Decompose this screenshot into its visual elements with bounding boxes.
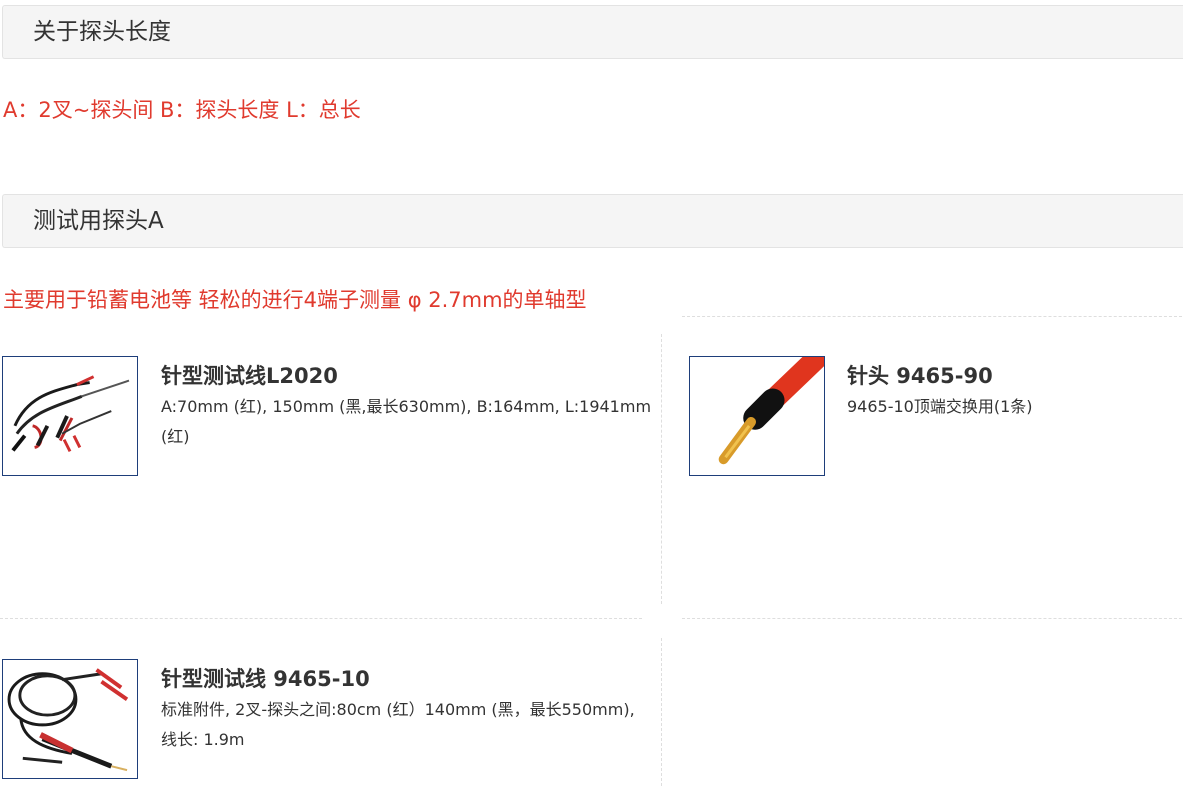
product-title[interactable]: 针头 9465-90 (847, 360, 993, 390)
coiled-lead-image[interactable] (2, 659, 138, 779)
product-title[interactable]: 针型测试线L2020 (161, 360, 338, 390)
grid-divider (661, 638, 662, 786)
grid-divider (682, 618, 1182, 619)
product-description: 9465-10顶端交换用(1条) (847, 397, 1033, 416)
product-description: A:70mm (红), 150mm (黑,最长630mm), B:164mm, … (161, 397, 652, 416)
pin-tip-image[interactable] (689, 356, 825, 476)
section-header-probe-length: 关于探头长度 (2, 5, 1183, 59)
product-description: 线长: 1.9m (161, 730, 245, 749)
grid-divider (0, 618, 642, 619)
spec-legend-text: A：2叉~探头间 B：探头长度 L：总长 (3, 98, 361, 122)
product-description: 标准附件, 2叉-探头之间:80cm (红）140mm (黑，最长550mm), (161, 700, 635, 719)
product-description: (红) (161, 427, 190, 446)
grid-divider (682, 316, 1182, 317)
section-description: 主要用于铅蓄电池等 轻松的进行4端子测量 φ 2.7mm的单轴型 (3, 288, 587, 312)
probe-lead-set-image[interactable] (2, 356, 138, 476)
section-header-test-probe-a: 测试用探头A (2, 194, 1183, 248)
grid-divider (661, 334, 662, 604)
product-title[interactable]: 针型测试线 9465-10 (161, 663, 370, 693)
